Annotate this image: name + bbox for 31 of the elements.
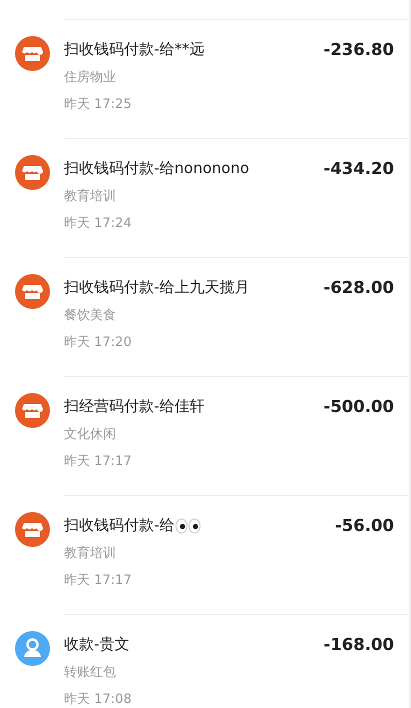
store-icon bbox=[15, 512, 50, 547]
eyes-icon bbox=[175, 518, 202, 534]
transaction-category: 教育培训 bbox=[64, 188, 116, 205]
transaction-amount: -500.00 bbox=[323, 397, 394, 416]
transaction-time: 昨天 17:20 bbox=[64, 334, 132, 351]
transaction-title: 扫收钱码付款-给nononono bbox=[64, 159, 250, 178]
transaction-category: 教育培训 bbox=[64, 544, 116, 562]
transaction-time: 昨天 17:24 bbox=[64, 215, 132, 232]
transaction-title: 扫经营码付款-给佳轩 bbox=[64, 397, 204, 416]
transaction-category: 文化休闲 bbox=[64, 426, 116, 443]
transaction-title: 扫收钱码付款-给**远 bbox=[64, 40, 204, 59]
transaction-time: 昨天 17:17 bbox=[64, 572, 132, 589]
transaction-category: 转账红包 bbox=[64, 664, 116, 681]
transaction-amount: -168.00 bbox=[323, 635, 394, 654]
transaction-title: 收款-贵文 bbox=[64, 635, 130, 654]
transaction-amount: -628.00 bbox=[323, 278, 394, 297]
transaction-amount: -236.80 bbox=[323, 40, 394, 59]
transaction-time: 昨天 17:25 bbox=[64, 96, 132, 113]
transaction-time: 昨天 17:17 bbox=[64, 453, 132, 470]
store-icon bbox=[15, 393, 50, 428]
transaction-category: 住房物业 bbox=[64, 69, 116, 86]
transaction-category: 餐饮美食 bbox=[64, 307, 116, 324]
transaction-title: 扫收钱码付款-给 bbox=[64, 516, 174, 535]
store-icon bbox=[15, 36, 50, 71]
store-icon bbox=[15, 155, 50, 190]
store-icon bbox=[15, 274, 50, 309]
person-icon bbox=[15, 631, 50, 666]
transaction-title: 扫收钱码付款-给上九天揽月 bbox=[64, 278, 250, 297]
transaction-amount: -434.20 bbox=[323, 159, 394, 178]
transaction-time: 昨天 17:08 bbox=[64, 691, 132, 708]
transaction-amount: -56.00 bbox=[334, 516, 394, 535]
